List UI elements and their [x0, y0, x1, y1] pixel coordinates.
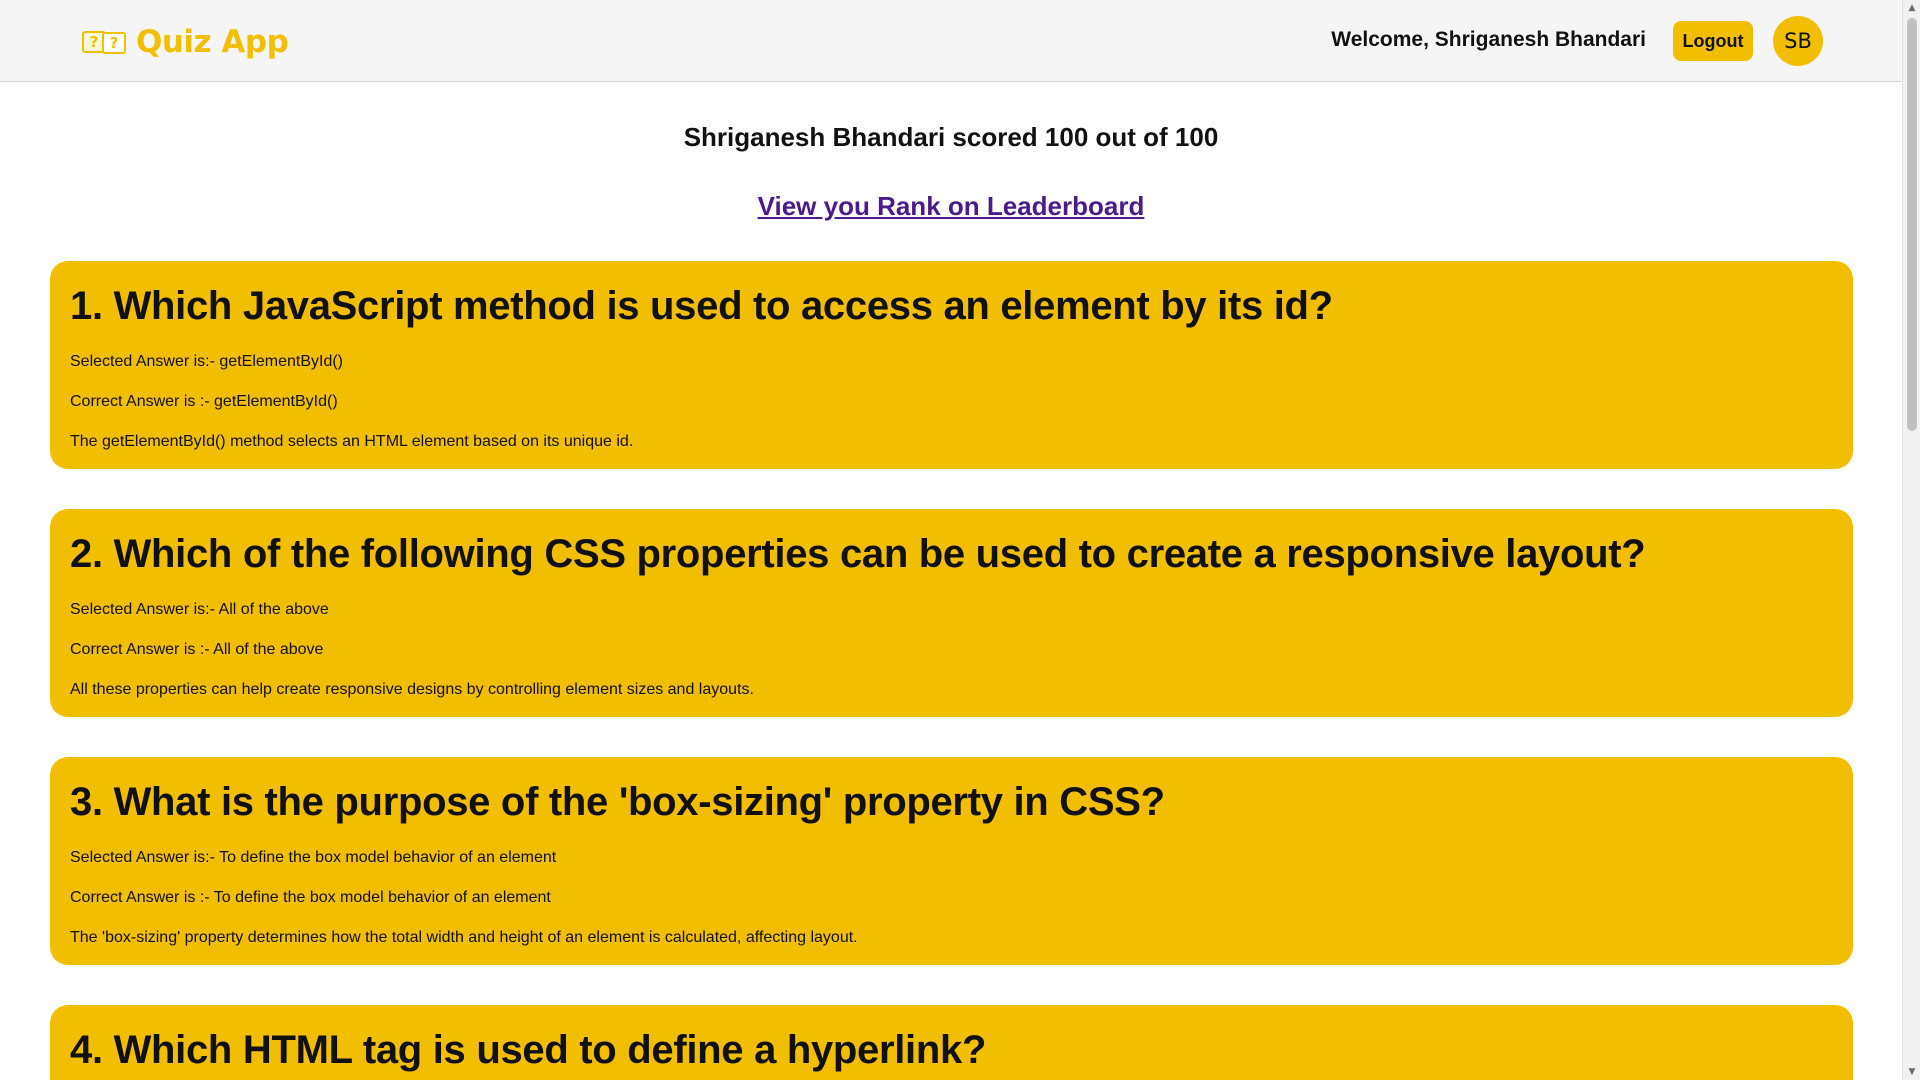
- question-title: 3. What is the purpose of the 'box-sizin…: [70, 780, 1165, 824]
- answer-explanation: All these properties can help create res…: [70, 681, 754, 698]
- question-title: 4. Which HTML tag is used to define a hy…: [70, 1028, 987, 1072]
- question-card: 4. Which HTML tag is used to define a hy…: [50, 1005, 1853, 1080]
- leaderboard-link[interactable]: View you Rank on Leaderboard: [758, 191, 1145, 221]
- scroll-down-icon[interactable]: ▼: [1903, 1064, 1920, 1080]
- page-viewport: ? ? Quiz App Welcome, Shriganesh Bhandar…: [0, 0, 1902, 1080]
- correct-answer: Correct Answer is :- getElementById(): [70, 393, 338, 410]
- score-summary: Shriganesh Bhandari scored 100 out of 10…: [683, 122, 1219, 152]
- question-title: 2. Which of the following CSS properties…: [70, 532, 1646, 576]
- welcome-message: Welcome, Shriganesh Bhandari: [1331, 28, 1646, 51]
- selected-answer: Selected Answer is:- All of the above: [70, 601, 329, 618]
- answer-explanation: The 'box-sizing' property determines how…: [70, 929, 858, 946]
- question-card: 2. Which of the following CSS properties…: [50, 509, 1853, 717]
- question-title: 1. Which JavaScript method is used to ac…: [70, 284, 1333, 328]
- question-card: 3. What is the purpose of the 'box-sizin…: [50, 757, 1853, 965]
- vertical-scrollbar[interactable]: ▲ ▼: [1902, 0, 1920, 1080]
- selected-answer: Selected Answer is:- getElementById(): [70, 353, 344, 370]
- top-navbar: ? ? Quiz App Welcome, Shriganesh Bhandar…: [0, 0, 1902, 82]
- app-logo[interactable]: ? ? Quiz App: [82, 24, 289, 60]
- scroll-up-icon[interactable]: ▲: [1903, 0, 1920, 16]
- scrollbar-thumb[interactable]: [1907, 18, 1917, 431]
- correct-answer: Correct Answer is :- To define the box m…: [70, 889, 551, 906]
- leaderboard-link-row: View you Rank on Leaderboard: [0, 191, 1902, 222]
- user-avatar[interactable]: SB: [1773, 16, 1823, 66]
- selected-answer: Selected Answer is:- To define the box m…: [70, 849, 557, 866]
- question-card: 1. Which JavaScript method is used to ac…: [50, 261, 1853, 469]
- logout-button[interactable]: Logout: [1673, 21, 1753, 61]
- correct-answer: Correct Answer is :- All of the above: [70, 641, 324, 658]
- app-logo-text: Quiz App: [136, 24, 289, 60]
- question-mark-icon: ?: [102, 32, 126, 54]
- answer-explanation: The getElementById() method selects an H…: [70, 433, 634, 450]
